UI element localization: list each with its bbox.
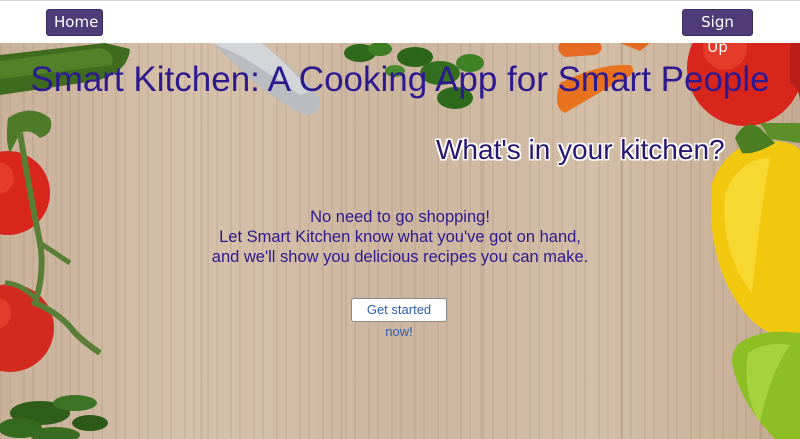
page-title: Smart Kitchen: A Cooking App for Smart P…	[30, 60, 770, 99]
get-started-button[interactable]: Get started now!	[351, 298, 447, 339]
tagline-line: Let Smart Kitchen know what you've got o…	[219, 228, 581, 246]
tagline-line: No need to go shopping!	[310, 208, 490, 226]
home-button[interactable]: Home	[46, 9, 103, 36]
top-navigation-bar: Home Sign Up	[0, 0, 800, 56]
tagline-line: and we'll show you delicious recipes you…	[211, 248, 589, 266]
sign-up-button[interactable]: Sign Up	[682, 9, 753, 56]
page-subtitle: What's in your kitchen?	[436, 134, 725, 165]
hero-section: Smart Kitchen: A Cooking App for Smart P…	[0, 43, 800, 439]
tagline: No need to go shopping! Let Smart Kitche…	[0, 207, 800, 267]
